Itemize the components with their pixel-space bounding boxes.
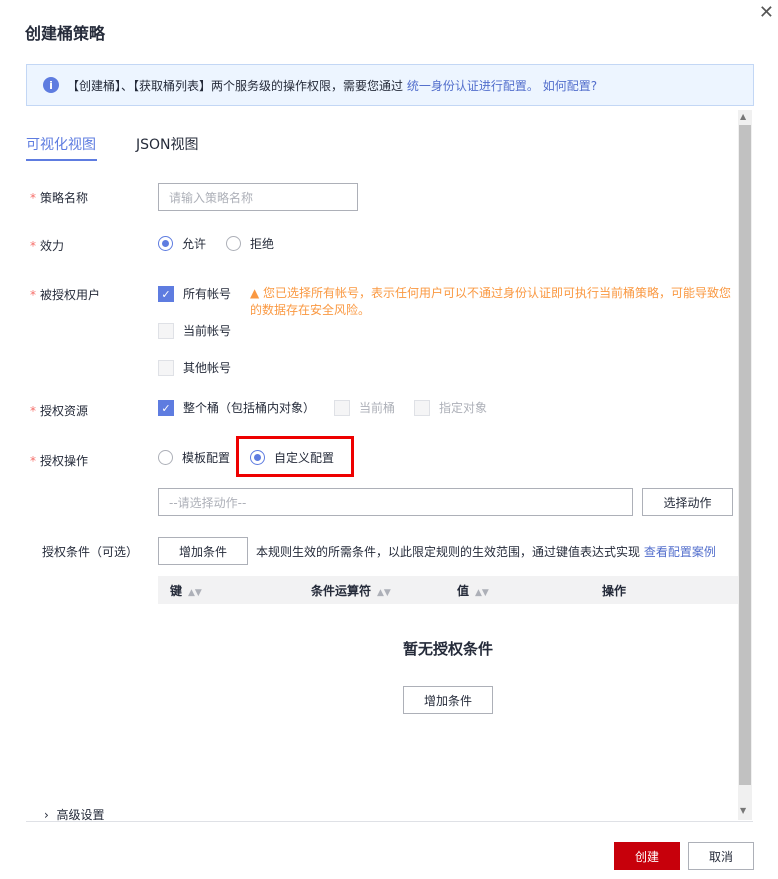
template-config-radio[interactable]: 模板配置 [158,449,230,466]
whole-bucket-checkbox[interactable]: ✓ 整个桶（包括桶内对象） [158,399,315,416]
other-accounts-checkbox[interactable]: 其他帐号 [158,359,231,376]
dialog-title: 创建桶策略 [25,24,106,43]
col-key: 键 ▲▼ [170,583,202,598]
scrollbar-thumb[interactable] [739,125,751,785]
highlight-box [236,436,354,477]
empty-state-text: 暂无授权条件 [402,640,493,658]
info-banner: i 【创建桶】、【获取桶列表】两个服务级的操作权限，需要您通过 统一身份认证进行… [26,64,754,106]
create-button[interactable]: 创建 [614,842,680,870]
view-examples-link[interactable]: 查看配置案例 [644,545,716,559]
condition-label: 授权条件（可选） [42,545,139,559]
condition-table-header: 键 ▲▼ 条件运算符 ▲▼ 值 ▲▼ 操作 [158,576,738,604]
warning-icon: ▲ [250,286,264,300]
sort-icon: ▲▼ [377,587,391,598]
scroll-up-icon[interactable]: ▲ [740,112,746,121]
tab-visual[interactable]: 可视化视图 [26,134,96,154]
specified-object-checkbox[interactable]: 指定对象 [414,399,487,416]
info-icon: i [43,77,59,93]
col-value: 值 ▲▼ [457,583,489,598]
iam-link[interactable]: 统一身份认证进行配置。 [407,79,539,93]
divider [26,821,753,822]
close-icon[interactable]: ✕ [759,2,774,23]
action-label: * 授权操作 [30,454,89,468]
current-account-checkbox[interactable]: 当前帐号 [158,322,231,339]
policy-name-label: * 策略名称 [30,191,89,205]
cancel-button[interactable]: 取消 [688,842,754,870]
effect-label: * 效力 [30,239,65,253]
how-to-link[interactable]: 如何配置? [543,79,597,93]
add-condition-button[interactable]: 增加条件 [158,537,248,565]
tab-json[interactable]: JSON视图 [136,134,199,154]
all-accounts-checkbox[interactable]: ✓ 所有帐号 [158,285,231,302]
warning-text: ▲ 您已选择所有帐号，表示任何用户可以不通过身份认证即可执行当前桶策略，可能导致… [250,286,732,317]
info-text: 【创建桶】、【获取桶列表】两个服务级的操作权限，需要您通过 [67,78,404,93]
action-select[interactable]: --请选择动作-- [158,488,633,516]
col-operator: 条件运算符 ▲▼ [311,583,391,598]
sort-icon: ▲▼ [188,587,202,598]
select-action-button[interactable]: 选择动作 [642,488,733,516]
tab-indicator [26,159,97,161]
condition-desc: 本规则生效的所需条件，以此限定规则的生效范围，通过键值表达式实现 [256,545,641,559]
principal-label: * 被授权用户 [30,288,101,302]
policy-name-input[interactable]: 请输入策略名称 [158,183,358,211]
resource-label: * 授权资源 [30,404,89,418]
current-bucket-checkbox[interactable]: 当前桶 [334,399,395,416]
empty-add-condition-button[interactable]: 增加条件 [403,686,493,714]
effect-deny-radio[interactable]: 拒绝 [226,235,274,252]
effect-allow-radio[interactable]: 允许 [158,235,206,252]
scroll-down-icon[interactable]: ▼ [740,806,746,815]
col-actions: 操作 [602,583,627,598]
sort-icon: ▲▼ [475,587,489,598]
chevron-right-icon: › [44,808,49,822]
